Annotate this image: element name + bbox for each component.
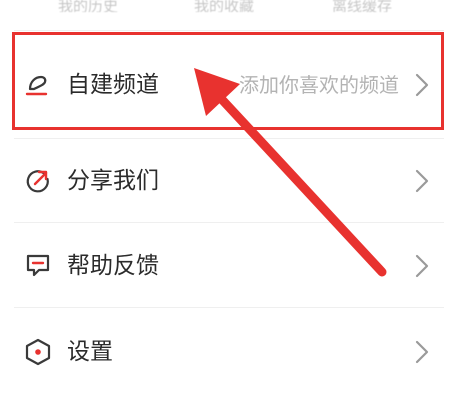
menu-item-label: 自建频道: [67, 72, 159, 98]
menu-item-label: 帮助反馈: [67, 253, 159, 279]
feedback-icon: [24, 252, 52, 280]
top-divider: [14, 30, 444, 31]
top-tab-favorites[interactable]: 我的收藏: [194, 0, 254, 12]
settings-icon: [24, 338, 52, 366]
menu-item-label: 分享我们: [67, 168, 159, 194]
top-tab-offline[interactable]: 离线缓存: [332, 0, 392, 12]
menu-item-feedback[interactable]: 帮助反馈: [0, 223, 457, 309]
chevron-right-icon: [412, 339, 432, 365]
top-tab-strip: 我的历史 我的收藏 离线缓存: [0, 0, 457, 28]
menu-item-hint: 添加你喜欢的频道: [239, 73, 399, 97]
menu-item-settings[interactable]: 设置: [0, 308, 457, 394]
menu-item-custom-channel[interactable]: 自建频道 添加你喜欢的频道: [0, 41, 457, 127]
chevron-right-icon: [412, 168, 432, 194]
custom-channel-icon: [24, 71, 52, 99]
chevron-right-icon: [412, 253, 432, 279]
menu-item-share[interactable]: 分享我们: [0, 139, 457, 225]
chevron-right-icon: [412, 72, 432, 98]
menu-item-label: 设置: [67, 339, 113, 365]
top-tab-history[interactable]: 我的历史: [58, 0, 118, 12]
share-icon: [24, 167, 52, 195]
menu-screen: 我的历史 我的收藏 离线缓存 自建频道 添加你喜欢的频道 分享我们 帮助反馈 设…: [0, 0, 457, 413]
